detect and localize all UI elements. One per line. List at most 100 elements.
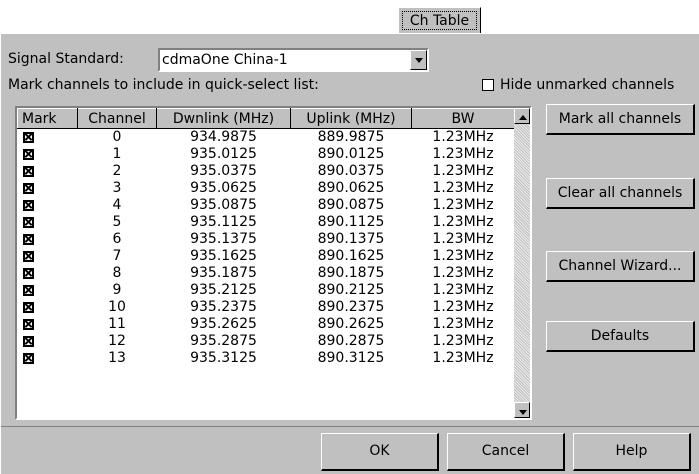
column-header-mark[interactable]: Mark [17, 108, 78, 129]
mark-cell[interactable] [18, 299, 78, 316]
channel-cell: 0 [112, 129, 122, 145]
checked-box-icon[interactable] [22, 216, 34, 228]
uplink-cell: 890.0375 [317, 163, 385, 179]
mark-cell[interactable] [18, 265, 78, 282]
channel-cell: 9 [112, 282, 122, 298]
downlink-cell: 935.0125 [190, 146, 257, 162]
checked-box-icon[interactable] [22, 182, 34, 194]
mark-cell[interactable] [18, 129, 78, 147]
mark-cell[interactable] [18, 163, 78, 180]
table-row[interactable]: 12 935.2875 890.2875 1.23MHz [18, 333, 515, 350]
channel-cell: 7 [112, 248, 122, 264]
uplink-cell: 890.0625 [317, 180, 385, 196]
signal-standard-value: cdmaOne China-1 [162, 52, 288, 68]
table-row[interactable]: 2 935.0375 890.0375 1.23MHz [18, 163, 515, 180]
checked-box-icon[interactable] [22, 131, 34, 143]
checked-box-icon[interactable] [22, 250, 34, 262]
table-row[interactable]: 0 934.9875 889.9875 1.23MHz [18, 129, 515, 147]
bw-cell: 1.23MHz [432, 350, 494, 366]
mark-cell[interactable] [18, 248, 78, 265]
checked-box-icon[interactable] [22, 352, 34, 364]
bw-cell: 1.23MHz [432, 248, 494, 264]
channel-cell: 12 [108, 333, 126, 349]
checked-box-icon[interactable] [22, 335, 34, 347]
table-row[interactable]: 4 935.0875 890.0875 1.23MHz [18, 197, 515, 214]
clear-all-button[interactable]: Clear all channels [546, 178, 695, 209]
column-header-downlink[interactable]: Dwnlink (MHz) [156, 108, 291, 129]
scroll-down-button[interactable] [514, 402, 530, 418]
mark-cell[interactable] [18, 350, 78, 367]
uplink-cell: 890.1875 [317, 265, 385, 281]
column-header-bw[interactable]: BW [411, 108, 515, 129]
mark-cell[interactable] [18, 214, 78, 231]
table-row[interactable]: 8 935.1875 890.1875 1.23MHz [18, 265, 515, 282]
mark-cell[interactable] [18, 146, 78, 163]
table-row[interactable]: 5 935.1125 890.1125 1.23MHz [18, 214, 515, 231]
downlink-cell: 935.0625 [190, 180, 257, 196]
cancel-button[interactable]: Cancel [447, 433, 565, 471]
mark-cell[interactable] [18, 197, 78, 214]
hide-unmarked-checkbox[interactable] [482, 79, 494, 91]
table-row[interactable]: 7 935.1625 890.1625 1.23MHz [18, 248, 515, 265]
ok-button[interactable]: OK [321, 433, 439, 471]
checked-box-icon[interactable] [22, 199, 34, 211]
arrow-up-icon [519, 115, 527, 120]
table-row[interactable]: 6 935.1375 890.1375 1.23MHz [18, 231, 515, 248]
downlink-cell: 935.1875 [190, 265, 257, 281]
table-row[interactable]: 1 935.0125 890.0125 1.23MHz [18, 146, 515, 163]
checked-box-icon[interactable] [22, 301, 34, 313]
hide-unmarked-label[interactable]: Hide unmarked channels [500, 77, 674, 93]
divider [1, 426, 699, 427]
checked-box-icon[interactable] [22, 267, 34, 279]
help-button[interactable]: Help [573, 433, 691, 471]
uplink-cell: 890.1625 [317, 248, 385, 264]
mark-cell[interactable] [18, 316, 78, 333]
channel-wizard-button[interactable]: Channel Wizard... [546, 251, 695, 282]
mark-cell[interactable] [18, 282, 78, 299]
chevron-down-icon [415, 58, 423, 63]
tab-ch-table-label: Ch Table [402, 11, 477, 30]
bw-cell: 1.23MHz [432, 214, 494, 230]
channel-cell: 1 [112, 146, 122, 162]
vertical-scrollbar[interactable] [514, 108, 530, 418]
downlink-cell: 934.9875 [190, 129, 257, 145]
downlink-cell: 935.2125 [190, 282, 257, 298]
downlink-cell: 935.1625 [190, 248, 257, 264]
signal-standard-dropdown-button[interactable] [410, 50, 427, 70]
checked-box-icon[interactable] [22, 165, 34, 177]
uplink-cell: 890.3125 [317, 350, 385, 366]
uplink-cell: 890.2875 [317, 333, 385, 349]
channel-cell: 13 [108, 350, 126, 366]
channel-cell: 10 [108, 299, 126, 315]
column-header-channel[interactable]: Channel [77, 108, 157, 129]
mark-all-button[interactable]: Mark all channels [546, 104, 695, 135]
table-row[interactable]: 10 935.2375 890.2375 1.23MHz [18, 299, 515, 316]
bw-cell: 1.23MHz [432, 282, 494, 298]
tab-ch-table[interactable]: Ch Table [398, 7, 481, 33]
table-row[interactable]: 9 935.2125 890.2125 1.23MHz [18, 282, 515, 299]
signal-standard-combo[interactable]: cdmaOne China-1 [158, 48, 429, 72]
bw-cell: 1.23MHz [432, 231, 494, 247]
table-row[interactable]: 11 935.2625 890.2625 1.23MHz [18, 316, 515, 333]
checked-box-icon[interactable] [22, 233, 34, 245]
table-row[interactable]: 3 935.0625 890.0625 1.23MHz [18, 180, 515, 197]
defaults-button[interactable]: Defaults [546, 321, 695, 352]
scroll-up-button[interactable] [514, 108, 530, 124]
downlink-cell: 935.1375 [190, 231, 257, 247]
bw-cell: 1.23MHz [432, 163, 494, 179]
mark-cell[interactable] [18, 333, 78, 350]
column-header-uplink[interactable]: Uplink (MHz) [290, 108, 412, 129]
signal-standard-label: Signal Standard: [8, 51, 124, 67]
downlink-cell: 935.1125 [190, 214, 257, 230]
instruction-text: Mark channels to include in quick-select… [8, 77, 319, 93]
downlink-cell: 935.0375 [190, 163, 257, 179]
checked-box-icon[interactable] [22, 318, 34, 330]
checked-box-icon[interactable] [22, 148, 34, 160]
checked-box-icon[interactable] [22, 284, 34, 296]
mark-cell[interactable] [18, 180, 78, 197]
channel-list[interactable]: Mark Channel Dwnlink (MHz) Uplink (MHz) … [15, 106, 532, 420]
uplink-cell: 890.1375 [317, 231, 385, 247]
bw-cell: 1.23MHz [432, 316, 494, 332]
mark-cell[interactable] [18, 231, 78, 248]
table-row[interactable]: 13 935.3125 890.3125 1.23MHz [18, 350, 515, 367]
